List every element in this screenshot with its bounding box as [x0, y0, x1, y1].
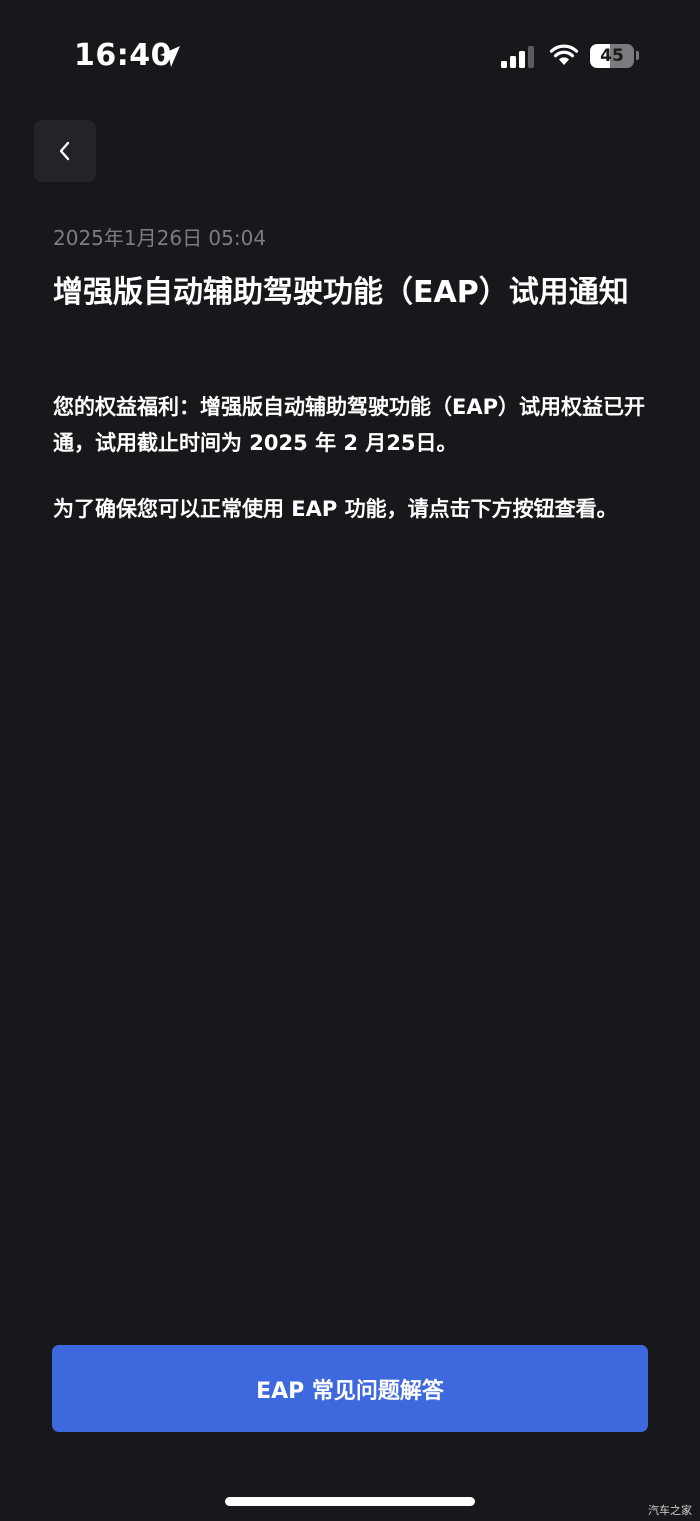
notice-date: 2025年1月26日 05:04: [53, 226, 267, 250]
watermark: 汽车之家: [648, 1504, 692, 1517]
status-bar: 16:40 45: [0, 0, 700, 110]
location-arrow-icon: [160, 46, 180, 67]
battery-level: 45: [600, 46, 624, 66]
chevron-left-icon: [59, 141, 70, 161]
wifi-icon: [549, 44, 579, 65]
eap-faq-button[interactable]: EAP 常见问题解答: [52, 1345, 648, 1432]
notice-title: 增强版自动辅助驾驶功能（EAP）试用通知: [53, 275, 629, 310]
back-button[interactable]: [34, 120, 96, 182]
cellular-signal-icon: [501, 46, 534, 68]
notice-paragraph-instruction: 为了确保您可以正常使用 EAP 功能，请点击下方按钮查看。: [53, 497, 618, 521]
battery-icon: 45: [590, 44, 634, 68]
notice-paragraph-benefit: 您的权益福利：增强版自动辅助驾驶功能（EAP）试用权益已开通，试用截止时间为 2…: [53, 395, 645, 455]
home-indicator[interactable]: [225, 1497, 475, 1506]
battery-tip: [636, 51, 639, 60]
